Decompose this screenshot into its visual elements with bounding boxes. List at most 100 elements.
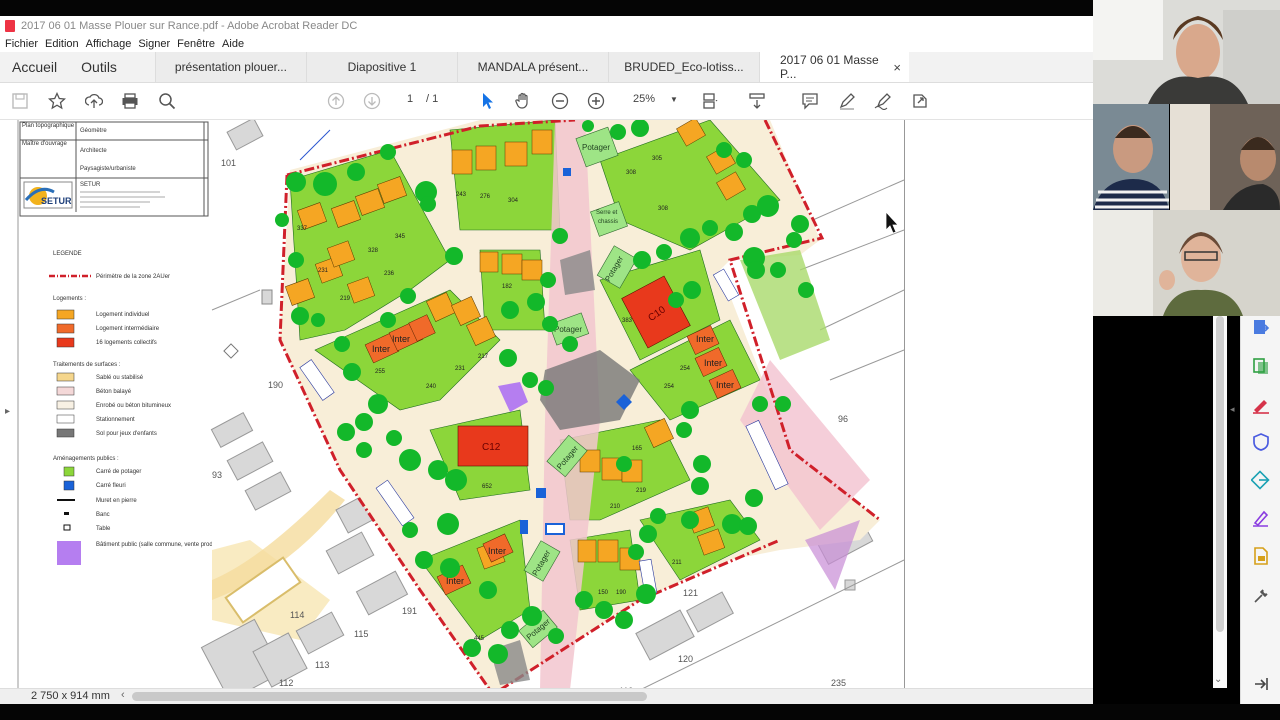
tree [437, 513, 459, 535]
menu-fenetre[interactable]: Fenêtre [177, 38, 215, 50]
menu-edition[interactable]: Edition [45, 38, 79, 50]
doc-tab-masse-label: 2017 06 01 Masse P... [779, 53, 879, 81]
send-share-icon[interactable] [1251, 470, 1271, 490]
fill-sign-icon[interactable] [1251, 395, 1271, 415]
doc-tab-diapositive[interactable]: Diapositive 1 [305, 52, 457, 82]
parcel-number: 165 [632, 446, 643, 452]
zoom-out-icon[interactable] [550, 91, 570, 111]
parcel-number: 254 [680, 366, 691, 372]
export-document-icon[interactable] [1251, 546, 1271, 566]
scroll-left-icon[interactable]: ‹ [121, 689, 125, 701]
parcel-number: 240 [426, 384, 437, 390]
label-c12: C12 [482, 442, 501, 453]
share-edit-icon[interactable] [910, 91, 930, 111]
page-total: / 1 [426, 93, 439, 105]
lot-number: 93 [212, 470, 222, 480]
parcel-number: 255 [375, 369, 386, 375]
highlight-pen-icon[interactable] [837, 91, 857, 111]
document-area[interactable]: ▸ Plan topographique Géomètre Maître d'o… [0, 120, 1093, 690]
page-view-icon[interactable] [700, 91, 720, 111]
legend-housing-intermediate: Logement intermédiaire [96, 326, 160, 332]
tree [582, 120, 594, 132]
bookmark-star-icon[interactable] [47, 91, 67, 111]
tree [386, 430, 402, 446]
lot-number: 120 [678, 654, 693, 664]
menu-bar: Fichier Edition Affichage Signer Fenêtre… [0, 36, 1093, 52]
lot-number: 190 [268, 380, 283, 390]
menu-affichage[interactable]: Affichage [86, 38, 132, 50]
chevron-down-icon[interactable]: ▼ [670, 95, 678, 104]
title-block-row1: Plan topographique [22, 123, 75, 129]
zoom-search-icon[interactable] [157, 91, 177, 111]
tree [368, 394, 388, 414]
save-icon[interactable] [10, 91, 30, 111]
tree [739, 517, 757, 535]
page-number-input[interactable]: 1 [407, 93, 413, 105]
print-icon[interactable] [120, 91, 140, 111]
tree [501, 301, 519, 319]
doc-tab-masse[interactable]: 2017 06 01 Masse P... × [758, 52, 909, 82]
legend-surface-play: Sol pour jeux d'enfants [96, 431, 157, 437]
tab-accueil[interactable]: Accueil [0, 52, 69, 82]
tab-outils[interactable]: Outils [69, 52, 155, 82]
menu-aide[interactable]: Aide [222, 38, 244, 50]
tree [402, 522, 418, 538]
menu-signer[interactable]: Signer [138, 38, 170, 50]
sign-pen-icon[interactable] [1251, 508, 1271, 528]
draw-freehand-icon[interactable] [873, 91, 893, 111]
zoom-level-select[interactable]: 25% [633, 93, 655, 105]
top-black-bar [0, 0, 1280, 16]
doc-tab-bruded[interactable]: BRUDED_Eco-lotiss... [607, 52, 759, 82]
label-inter-1: Inter [372, 344, 390, 354]
doc-tab-presentation[interactable]: présentation plouer... [154, 52, 306, 82]
lot-number: 115 [354, 629, 368, 639]
upload-cloud-icon[interactable] [84, 91, 104, 111]
comment-icon[interactable] [800, 91, 820, 111]
hand-tool-icon[interactable] [513, 91, 533, 111]
export-pdf-icon[interactable] [1251, 318, 1271, 338]
more-tools-icon[interactable] [1251, 586, 1271, 606]
tree [722, 514, 742, 534]
scroll-down-icon[interactable]: ⌄ [1214, 674, 1222, 685]
collapse-right-icon[interactable] [1251, 674, 1271, 694]
doc-tab-mandala[interactable]: MANDALA présent... [456, 52, 608, 82]
tree [499, 349, 517, 367]
lot-number: 121 [683, 588, 698, 598]
tree [639, 525, 657, 543]
parcel-number: 190 [616, 590, 627, 596]
tree [311, 313, 325, 327]
title-block-firm: SETUR [80, 182, 101, 188]
horizontal-scrollbar[interactable] [132, 692, 647, 701]
tree [798, 282, 814, 298]
label-serre: Serre et [596, 210, 618, 216]
parcel-number: 243 [456, 192, 467, 198]
parcel-number: 150 [598, 590, 609, 596]
tree [616, 456, 632, 472]
legend-surfaces-heading: Traitements de surfaces : [53, 362, 121, 368]
tree [356, 442, 372, 458]
close-icon[interactable]: × [893, 60, 901, 75]
previous-page-icon[interactable] [326, 91, 346, 111]
video-tile-1 [1093, 0, 1280, 104]
label-inter-7: Inter [488, 546, 506, 556]
title-block: Plan topographique Géomètre Maître d'ouv… [19, 121, 209, 217]
tree [736, 152, 752, 168]
organize-pages-icon[interactable] [1251, 356, 1271, 376]
vertical-scrollbar[interactable] [1213, 316, 1227, 688]
zoom-in-icon[interactable] [586, 91, 606, 111]
legend-surface-beton: Béton balayé [96, 389, 132, 395]
next-page-icon[interactable] [362, 91, 382, 111]
scroll-mode-icon[interactable] [747, 91, 767, 111]
tree [275, 213, 289, 227]
pdf-file-icon [5, 20, 15, 32]
menu-fichier[interactable]: Fichier [5, 38, 38, 50]
tree [337, 423, 355, 441]
tree [575, 591, 593, 609]
left-panel-toggle-icon[interactable]: ▸ [5, 406, 10, 417]
tree [791, 215, 809, 233]
site-plan: ▸ Plan topographique Géomètre Maître d'o… [5, 120, 905, 690]
title-block-maitre: Maître d'ouvrage [22, 141, 67, 147]
protect-shield-icon[interactable] [1251, 432, 1271, 452]
select-cursor-icon[interactable] [477, 91, 497, 111]
collapse-panel-icon[interactable]: ◂ [1230, 404, 1235, 415]
